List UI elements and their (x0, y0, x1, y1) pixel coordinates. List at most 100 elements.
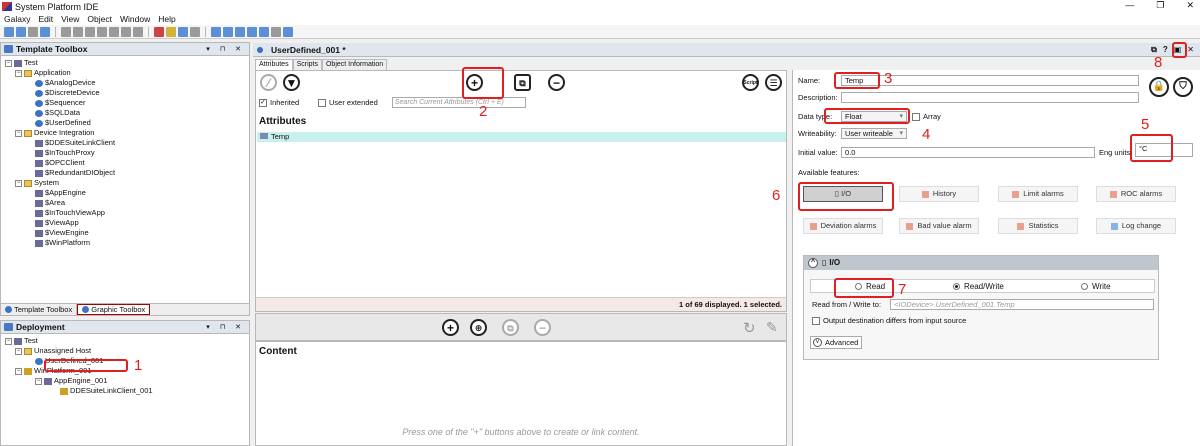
tree-item[interactable]: $DDESuiteLinkClient (5, 138, 249, 148)
advanced-button[interactable]: v Advanced (810, 336, 863, 349)
close-button[interactable]: ✕ (1186, 0, 1194, 11)
close-editor-icon[interactable]: ✕ (1187, 45, 1194, 55)
edit-icon[interactable]: ⁄ (260, 74, 277, 91)
description-input[interactable] (841, 92, 1139, 103)
tree-item[interactable]: $AppEngine (5, 188, 249, 198)
minimize-button[interactable]: — (1125, 0, 1134, 11)
link-content-button[interactable]: ⊕ (470, 319, 487, 336)
feature-deviation-alarms-button[interactable]: Deviation alarms (803, 218, 883, 234)
derivation-icon[interactable] (247, 26, 257, 37)
feature-limit-alarms-button[interactable]: Limit alarms (998, 186, 1078, 202)
shield-icon[interactable]: ⛉ (1173, 77, 1193, 97)
inherited-checkbox[interactable]: ✓ Inherited (259, 98, 299, 108)
panel-controls[interactable]: ▾ ⊓ ✕ (206, 323, 245, 331)
tree-item[interactable]: $InTouchViewApp (5, 208, 249, 218)
tab-attributes[interactable]: Attributes (255, 59, 293, 70)
graphics-icon[interactable] (259, 26, 269, 37)
tab-scripts[interactable]: Scripts (292, 59, 322, 70)
override-icon[interactable] (133, 26, 143, 37)
tree-item[interactable]: $SQLData (5, 108, 249, 118)
menu-view[interactable]: View (57, 14, 83, 24)
menu-help[interactable]: Help (154, 14, 179, 24)
feature-log-change-button[interactable]: Log change (1096, 218, 1176, 234)
user-extended-checkbox[interactable]: User extended (318, 98, 378, 108)
search-input[interactable]: Search Current Attributes (Ctrl + E) (392, 97, 526, 108)
remove-attribute-button[interactable]: − (548, 74, 565, 91)
tab-graphic-toolbox[interactable]: Graphic Toolbox (77, 304, 151, 315)
tree-node[interactable]: − Test (5, 336, 249, 346)
tree-node[interactable]: − Application (5, 68, 249, 78)
checkin-icon[interactable] (97, 26, 107, 37)
duplicate-content-icon[interactable]: ⧉ (502, 319, 519, 336)
delete-icon[interactable] (154, 26, 164, 37)
help-icon[interactable] (283, 26, 293, 37)
tree-item[interactable]: $AnalogDevice (5, 78, 249, 88)
tree-node[interactable]: − Device Integration (5, 128, 249, 138)
annotation-box (44, 359, 128, 372)
tree-node[interactable]: − AppEngine_001 (5, 376, 249, 386)
checkout-icon[interactable] (109, 26, 119, 37)
refresh-icon[interactable]: ↻ (743, 319, 756, 337)
list-view-icon[interactable]: ☰ (765, 74, 782, 91)
model-icon[interactable] (223, 26, 233, 37)
open-icon[interactable] (16, 26, 26, 37)
tree-item[interactable]: $Sequencer (5, 98, 249, 108)
tree-item[interactable]: $ViewEngine (5, 228, 249, 238)
undeploy-icon[interactable] (73, 26, 83, 37)
radio-read-write[interactable]: Read/Write (953, 282, 1004, 291)
filter-icon[interactable]: ▼ (283, 74, 300, 91)
maximize-button[interactable]: ❐ (1156, 0, 1164, 11)
feature-history-button[interactable]: History (899, 186, 979, 202)
tree-item[interactable]: $ViewApp (5, 218, 249, 228)
undo-checkout-icon[interactable] (121, 26, 131, 37)
find-icon[interactable] (166, 26, 176, 37)
writeability-select[interactable]: User writeable (841, 128, 907, 139)
feature-bad-value-alarm-button[interactable]: Bad value alarm (899, 218, 979, 234)
menu-galaxy[interactable]: Galaxy (0, 14, 34, 24)
tree-item[interactable]: $RedundantDIObject (5, 168, 249, 178)
array-checkbox[interactable]: Array (912, 112, 941, 122)
remove-content-button[interactable]: − (534, 319, 551, 336)
duplicate-icon[interactable]: ⧉ (514, 74, 531, 91)
initial-value-input[interactable]: 0.0 (841, 147, 1095, 158)
tree-item[interactable]: $OPCClient (5, 158, 249, 168)
radio-write[interactable]: Write (1081, 282, 1111, 291)
menu-edit[interactable]: Edit (34, 14, 57, 24)
tree-item[interactable]: $DiscreteDevice (5, 88, 249, 98)
tree-item[interactable]: $InTouchProxy (5, 148, 249, 158)
tab-object-information[interactable]: Object Information (321, 59, 388, 70)
tree-item[interactable]: DDESuiteLinkClient_001 (5, 386, 249, 396)
feature-statistics-button[interactable]: Statistics (998, 218, 1078, 234)
template-icon (35, 239, 43, 247)
output-differs-checkbox[interactable]: Output destination differs from input so… (812, 316, 966, 326)
add-content-button[interactable]: + (442, 319, 459, 336)
menu-object[interactable]: Object (83, 14, 116, 24)
read-from-input[interactable]: <IODevice>.UserDefined_001.Temp (890, 299, 1154, 310)
tree-item[interactable]: $Area (5, 198, 249, 208)
menu-window[interactable]: Window (116, 14, 154, 24)
upload-icon[interactable] (85, 26, 95, 37)
feature-roc-alarms-button[interactable]: ROC alarms (1096, 186, 1176, 202)
tree-item[interactable]: $UserDefined (5, 118, 249, 128)
deployment-view-icon[interactable] (235, 26, 245, 37)
tab-template-toolbox[interactable]: Template Toolbox (1, 304, 78, 315)
galaxy-icon[interactable] (40, 26, 50, 37)
link-icon[interactable] (211, 26, 221, 37)
attribute-row-temp[interactable]: Temp (257, 132, 786, 142)
pencil-icon[interactable]: ✎ (766, 319, 778, 336)
properties-icon[interactable] (28, 26, 38, 37)
tree-node[interactable]: − Unassigned Host (5, 346, 249, 356)
tree-node[interactable]: − Test (5, 58, 249, 68)
help-icon[interactable]: ? (1163, 45, 1168, 55)
collapse-icon[interactable]: ^ (808, 258, 818, 268)
tree-item[interactable]: $WinPlatform (5, 238, 249, 248)
security-icon[interactable] (271, 26, 281, 37)
script-button[interactable]: Script (742, 74, 759, 91)
panel-controls[interactable]: ▾ ⊓ ✕ (206, 45, 245, 53)
new-icon[interactable] (4, 26, 14, 37)
lock-icon[interactable]: 🔒 (1149, 77, 1169, 97)
tree-node[interactable]: − System (5, 178, 249, 188)
deploy-icon[interactable] (61, 26, 71, 37)
view-icon[interactable] (190, 26, 200, 37)
ide-icon[interactable] (178, 26, 188, 37)
